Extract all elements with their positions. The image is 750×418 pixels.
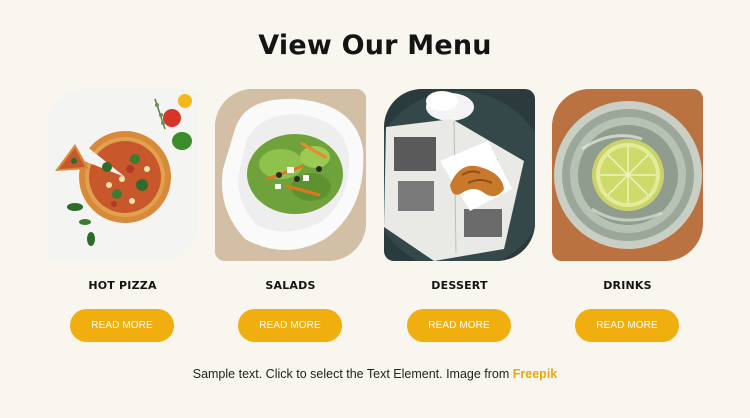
image-credit: Sample text. Click to select the Text El… bbox=[0, 367, 750, 381]
freepik-link[interactable]: Freepik bbox=[513, 367, 557, 381]
read-more-button[interactable]: READ MORE bbox=[70, 309, 174, 342]
menu-item-label: DRINKS bbox=[603, 279, 652, 292]
menu-card-hot-pizza: HOT PIZZA READ MORE bbox=[47, 89, 198, 342]
menu-item-label: SALADS bbox=[265, 279, 316, 292]
salad-image[interactable] bbox=[215, 89, 366, 261]
read-more-button[interactable]: READ MORE bbox=[575, 309, 679, 342]
caption-text: Sample text. Click to select the Text El… bbox=[192, 367, 513, 381]
menu-item-label: DESSERT bbox=[431, 279, 488, 292]
menu-item-label: HOT PIZZA bbox=[88, 279, 157, 292]
pizza-image[interactable] bbox=[47, 89, 198, 261]
croissant-image[interactable] bbox=[384, 89, 535, 261]
menu-card-drinks: DRINKS READ MORE bbox=[552, 89, 703, 342]
lime-drink-image[interactable] bbox=[552, 89, 703, 261]
read-more-button[interactable]: READ MORE bbox=[238, 309, 342, 342]
menu-card-dessert: DESSERT READ MORE bbox=[384, 89, 535, 342]
read-more-button[interactable]: READ MORE bbox=[407, 309, 511, 342]
menu-card-salads: SALADS READ MORE bbox=[215, 89, 366, 342]
section-title: View Our Menu bbox=[258, 30, 492, 61]
